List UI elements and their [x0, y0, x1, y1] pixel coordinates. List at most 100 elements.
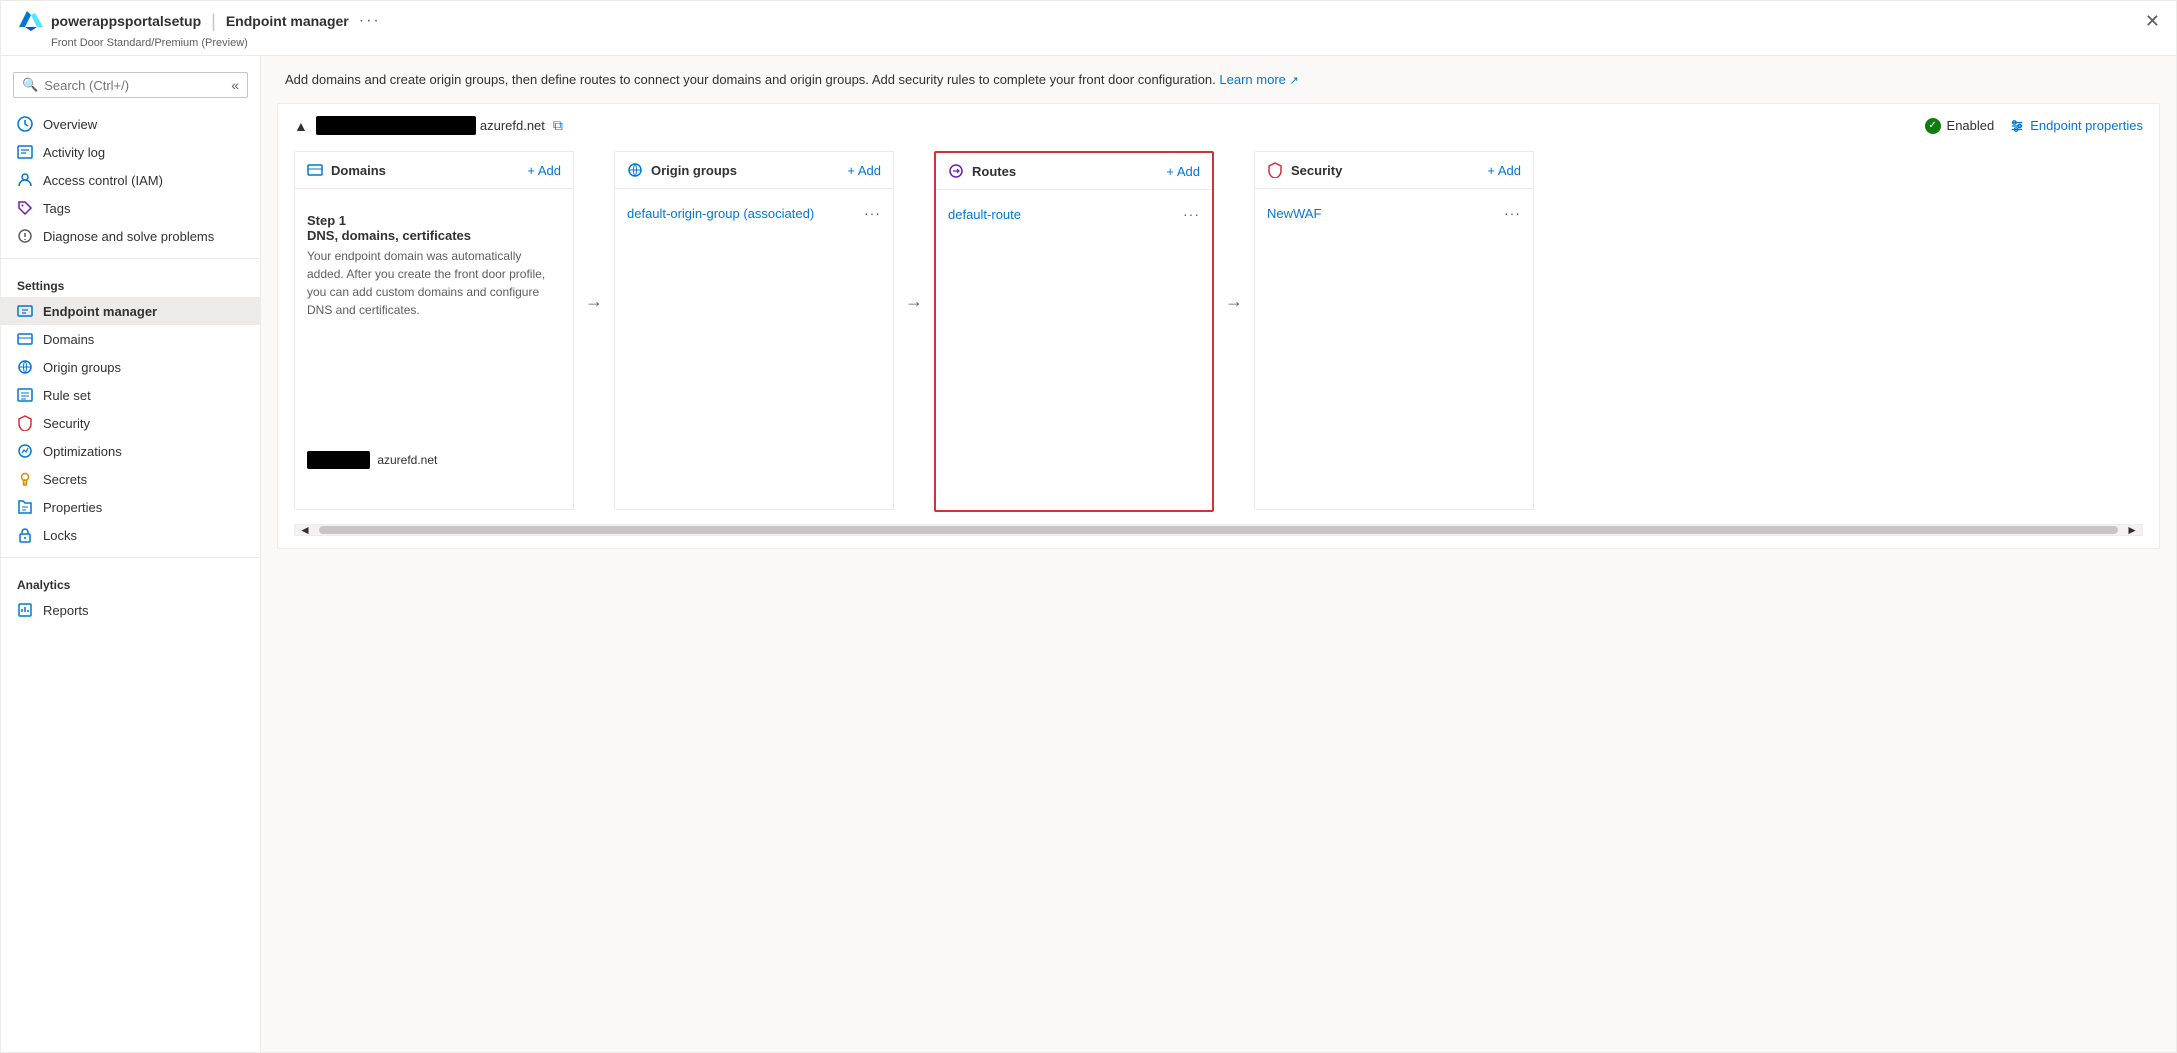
nav-tags[interactable]: Tags [1, 194, 260, 222]
origin-groups-card-title: Origin groups [651, 163, 839, 178]
endpoint-status: Enabled [1925, 118, 1995, 134]
nav-origin-groups[interactable]: Origin groups [1, 353, 260, 381]
nav-access-control[interactable]: Access control (IAM) [1, 166, 260, 194]
domains-card-title: Domains [331, 163, 519, 178]
copy-icon[interactable]: ⧉ [553, 117, 563, 134]
header-subtitle: Front Door Standard/Premium (Preview) [51, 37, 2160, 49]
search-icon: 🔍 [22, 77, 38, 93]
endpoint-domain-suffix: azurefd.net [480, 118, 545, 133]
domains-card-icon [307, 162, 323, 178]
nav-domains[interactable]: Domains [1, 325, 260, 353]
origin-groups-card-body: default-origin-group (associated) ··· [615, 189, 893, 509]
routes-card-body: default-route ··· [936, 190, 1212, 510]
azure-logo-icon [17, 7, 45, 35]
domains-footer-area: azurefd.net [307, 319, 561, 469]
origin-group-link-0[interactable]: default-origin-group (associated) [627, 206, 864, 221]
overview-icon [17, 116, 33, 132]
route-link-0[interactable]: default-route [948, 207, 1183, 222]
security-link-0[interactable]: NewWAF [1267, 206, 1504, 221]
scrollbar: ◄ ► [294, 524, 2143, 536]
info-text: Add domains and create origin groups, th… [285, 72, 1216, 87]
arrow-3: → [1214, 291, 1254, 312]
nav-reports[interactable]: Reports [1, 596, 260, 624]
nav-security-label: Security [43, 416, 90, 431]
security-card-header: Security + Add [1255, 152, 1533, 189]
nav-overview[interactable]: Overview [1, 110, 260, 138]
arrow-1: → [574, 291, 614, 312]
header-separator: | [211, 11, 216, 32]
security-menu-0[interactable]: ··· [1504, 205, 1521, 221]
cards-container: Domains + Add Step 1 DNS, domains, certi… [294, 151, 2143, 512]
route-menu-0[interactable]: ··· [1183, 206, 1200, 222]
origin-groups-nav-icon [17, 359, 33, 375]
route-item-0: default-route ··· [948, 202, 1200, 226]
nav-tags-label: Tags [43, 201, 70, 216]
close-button[interactable]: ✕ [2145, 11, 2160, 32]
app-container: powerappsportalsetup | Endpoint manager … [0, 0, 2177, 1053]
header: powerappsportalsetup | Endpoint manager … [17, 7, 2160, 35]
nav-diagnose-label: Diagnose and solve problems [43, 229, 214, 244]
learn-more-link[interactable]: Learn more [1219, 72, 1285, 87]
collapse-button[interactable]: « [231, 77, 239, 93]
nav-endpoint-manager[interactable]: Endpoint manager [1, 297, 260, 325]
scroll-left-button[interactable]: ◄ [295, 523, 315, 537]
domains-step-info: Step 1 DNS, domains, certificates Your e… [307, 213, 561, 319]
locks-icon [17, 527, 33, 543]
nav-properties-label: Properties [43, 500, 102, 515]
routes-card-header: Routes + Add [936, 153, 1212, 190]
scroll-right-button[interactable]: ► [2122, 523, 2142, 537]
nav-locks-label: Locks [43, 528, 77, 543]
nav-domains-label: Domains [43, 332, 94, 347]
logo: powerappsportalsetup [17, 7, 201, 35]
nav-overview-label: Overview [43, 117, 97, 132]
nav-properties[interactable]: Properties [1, 493, 260, 521]
search-input[interactable] [44, 78, 231, 93]
arrow-2: → [894, 291, 934, 312]
nav-secrets[interactable]: Secrets [1, 465, 260, 493]
nav-optimizations[interactable]: Optimizations [1, 437, 260, 465]
iam-icon [17, 172, 33, 188]
nav-rule-set[interactable]: Rule set [1, 381, 260, 409]
origin-groups-card: Origin groups + Add default-origin-group… [614, 151, 894, 510]
endpoint-manager-icon [17, 303, 33, 319]
security-card: Security + Add NewWAF ··· [1254, 151, 1534, 510]
status-label: Enabled [1947, 118, 1995, 133]
origin-groups-add-button[interactable]: + Add [847, 163, 881, 178]
nav-endpoint-manager-label: Endpoint manager [43, 304, 157, 319]
header-more-button[interactable]: ··· [359, 12, 381, 30]
domains-card-body: Step 1 DNS, domains, certificates Your e… [295, 189, 573, 509]
domains-nav-icon [17, 331, 33, 347]
nav-secrets-label: Secrets [43, 472, 87, 487]
settings-divider [1, 258, 260, 259]
rule-set-icon [17, 387, 33, 403]
domains-add-button[interactable]: + Add [527, 163, 561, 178]
security-card-title: Security [1291, 163, 1479, 178]
origin-group-menu-0[interactable]: ··· [864, 205, 881, 221]
routes-card-icon [948, 163, 964, 179]
nav-security[interactable]: Security [1, 409, 260, 437]
endpoint-properties-button[interactable]: Endpoint properties [2010, 118, 2143, 133]
external-link-icon: ↗ [1290, 75, 1299, 87]
endpoint-collapse-button[interactable]: ▲ [294, 118, 308, 134]
endpoint-name-bar [316, 116, 476, 135]
security-add-button[interactable]: + Add [1487, 163, 1521, 178]
analytics-section-header: Analytics [1, 566, 260, 596]
scrollbar-track[interactable] [319, 526, 2118, 534]
nav-activity-log[interactable]: Activity log [1, 138, 260, 166]
nav-diagnose[interactable]: Diagnose and solve problems [1, 222, 260, 250]
settings-sliders-icon [2010, 119, 2024, 133]
security-nav-icon [17, 415, 33, 431]
routes-add-button[interactable]: + Add [1166, 164, 1200, 179]
nav-optimizations-label: Optimizations [43, 444, 122, 459]
routes-card: Routes + Add default-route ··· [934, 151, 1214, 512]
nav-access-control-label: Access control (IAM) [43, 173, 163, 188]
properties-icon [17, 499, 33, 515]
nav-origin-groups-label: Origin groups [43, 360, 121, 375]
origin-group-item-0: default-origin-group (associated) ··· [627, 201, 881, 225]
routes-card-title: Routes [972, 164, 1158, 179]
nav-activity-log-label: Activity log [43, 145, 105, 160]
domains-card-header: Domains + Add [295, 152, 573, 189]
content-area: Add domains and create origin groups, th… [261, 56, 2176, 1052]
page-title: Endpoint manager [226, 13, 349, 29]
nav-locks[interactable]: Locks [1, 521, 260, 549]
